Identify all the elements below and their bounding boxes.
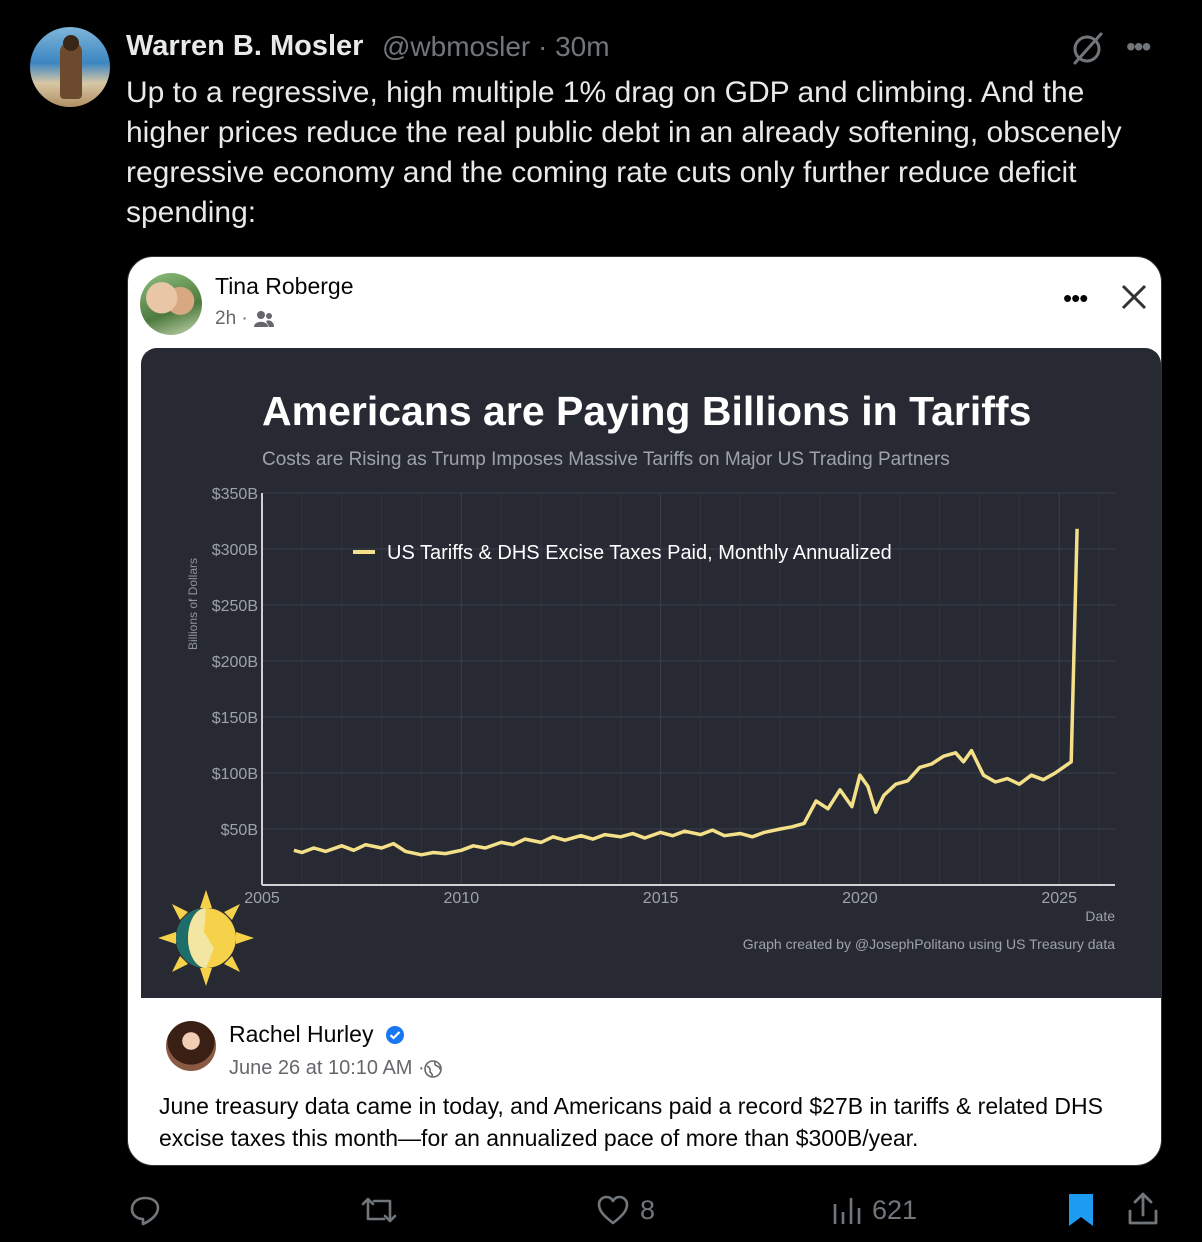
reply-icon bbox=[130, 1196, 160, 1226]
embedded-author-name: Tina Roberge bbox=[215, 273, 354, 299]
y-tick-label: $200B bbox=[212, 654, 258, 671]
y-tick-label: $50B bbox=[221, 822, 258, 839]
grok-icon[interactable] bbox=[1070, 30, 1106, 66]
y-tick-label: $250B bbox=[212, 598, 258, 615]
x-tick-label: 2005 bbox=[244, 890, 280, 907]
x-tick-label: 2010 bbox=[444, 890, 480, 907]
author-name[interactable]: Warren B. Mosler bbox=[126, 30, 363, 63]
heart-icon bbox=[597, 1195, 629, 1225]
author-avatar[interactable] bbox=[30, 27, 110, 107]
share-icon[interactable] bbox=[1126, 1191, 1160, 1227]
verified-icon bbox=[386, 1026, 404, 1044]
retweet-icon bbox=[361, 1197, 397, 1223]
globe-icon bbox=[424, 1060, 442, 1078]
like-count: 8 bbox=[640, 1194, 656, 1225]
quoted-author-avatar bbox=[166, 1021, 216, 1071]
views-button[interactable]: 621 bbox=[832, 1190, 917, 1230]
embedded-author-avatar bbox=[140, 273, 202, 335]
embedded-post-time: 2h · bbox=[215, 308, 248, 329]
chart-panel: Americans are Paying Billions in Tariffs… bbox=[141, 348, 1161, 998]
x-tick-label: 2015 bbox=[643, 890, 679, 907]
like-button[interactable]: 8 bbox=[596, 1190, 655, 1230]
tweet-text: Up to a regressive, high multiple 1% dra… bbox=[126, 76, 1122, 229]
legend-label: US Tariffs & DHS Excise Taxes Paid, Mont… bbox=[387, 542, 892, 564]
close-icon bbox=[1121, 284, 1147, 310]
chart-title: Americans are Paying Billions in Tariffs bbox=[262, 388, 1031, 434]
x-axis-label: Date bbox=[1085, 908, 1115, 924]
reply-button[interactable] bbox=[128, 1190, 172, 1230]
chart-subtitle-text: Costs are Rising as Trump Imposes Massiv… bbox=[262, 449, 950, 470]
retweet-button[interactable] bbox=[360, 1190, 408, 1230]
author-handle-time[interactable]: @wbmosler · 30m bbox=[382, 31, 610, 63]
quoted-post-text: June treasury data came in today, and Am… bbox=[159, 1093, 1103, 1151]
quoted-author-name: Rachel Hurley bbox=[229, 1021, 374, 1047]
y-axis-label: Billions of Dollars bbox=[186, 558, 200, 650]
more-icon[interactable]: ••• bbox=[1126, 32, 1162, 62]
y-tick-label: $100B bbox=[212, 766, 258, 783]
media-card[interactable]: Tina Roberge 2h · ••• Americans are Payi… bbox=[127, 256, 1162, 1166]
tariff-chart: Americans are Paying Billions in Tariffs… bbox=[158, 388, 1115, 986]
x-tick-label: 2020 bbox=[842, 890, 878, 907]
quoted-post-time: June 26 at 10:10 AM · bbox=[229, 1057, 425, 1079]
y-tick-label: $300B bbox=[212, 542, 258, 559]
embedded-more-icon: ••• bbox=[1063, 283, 1088, 313]
views-icon bbox=[833, 1198, 861, 1224]
people-icon bbox=[254, 311, 274, 327]
views-count: 621 bbox=[872, 1194, 918, 1225]
chart-source: Graph created by @JosephPolitano using U… bbox=[743, 936, 1115, 952]
x-tick-label: 2025 bbox=[1041, 890, 1077, 907]
y-tick-label: $350B bbox=[212, 486, 258, 503]
bookmark-icon[interactable] bbox=[1066, 1192, 1096, 1228]
y-tick-label: $150B bbox=[212, 710, 258, 727]
series-line bbox=[293, 528, 1079, 857]
sun-logo bbox=[158, 890, 254, 986]
